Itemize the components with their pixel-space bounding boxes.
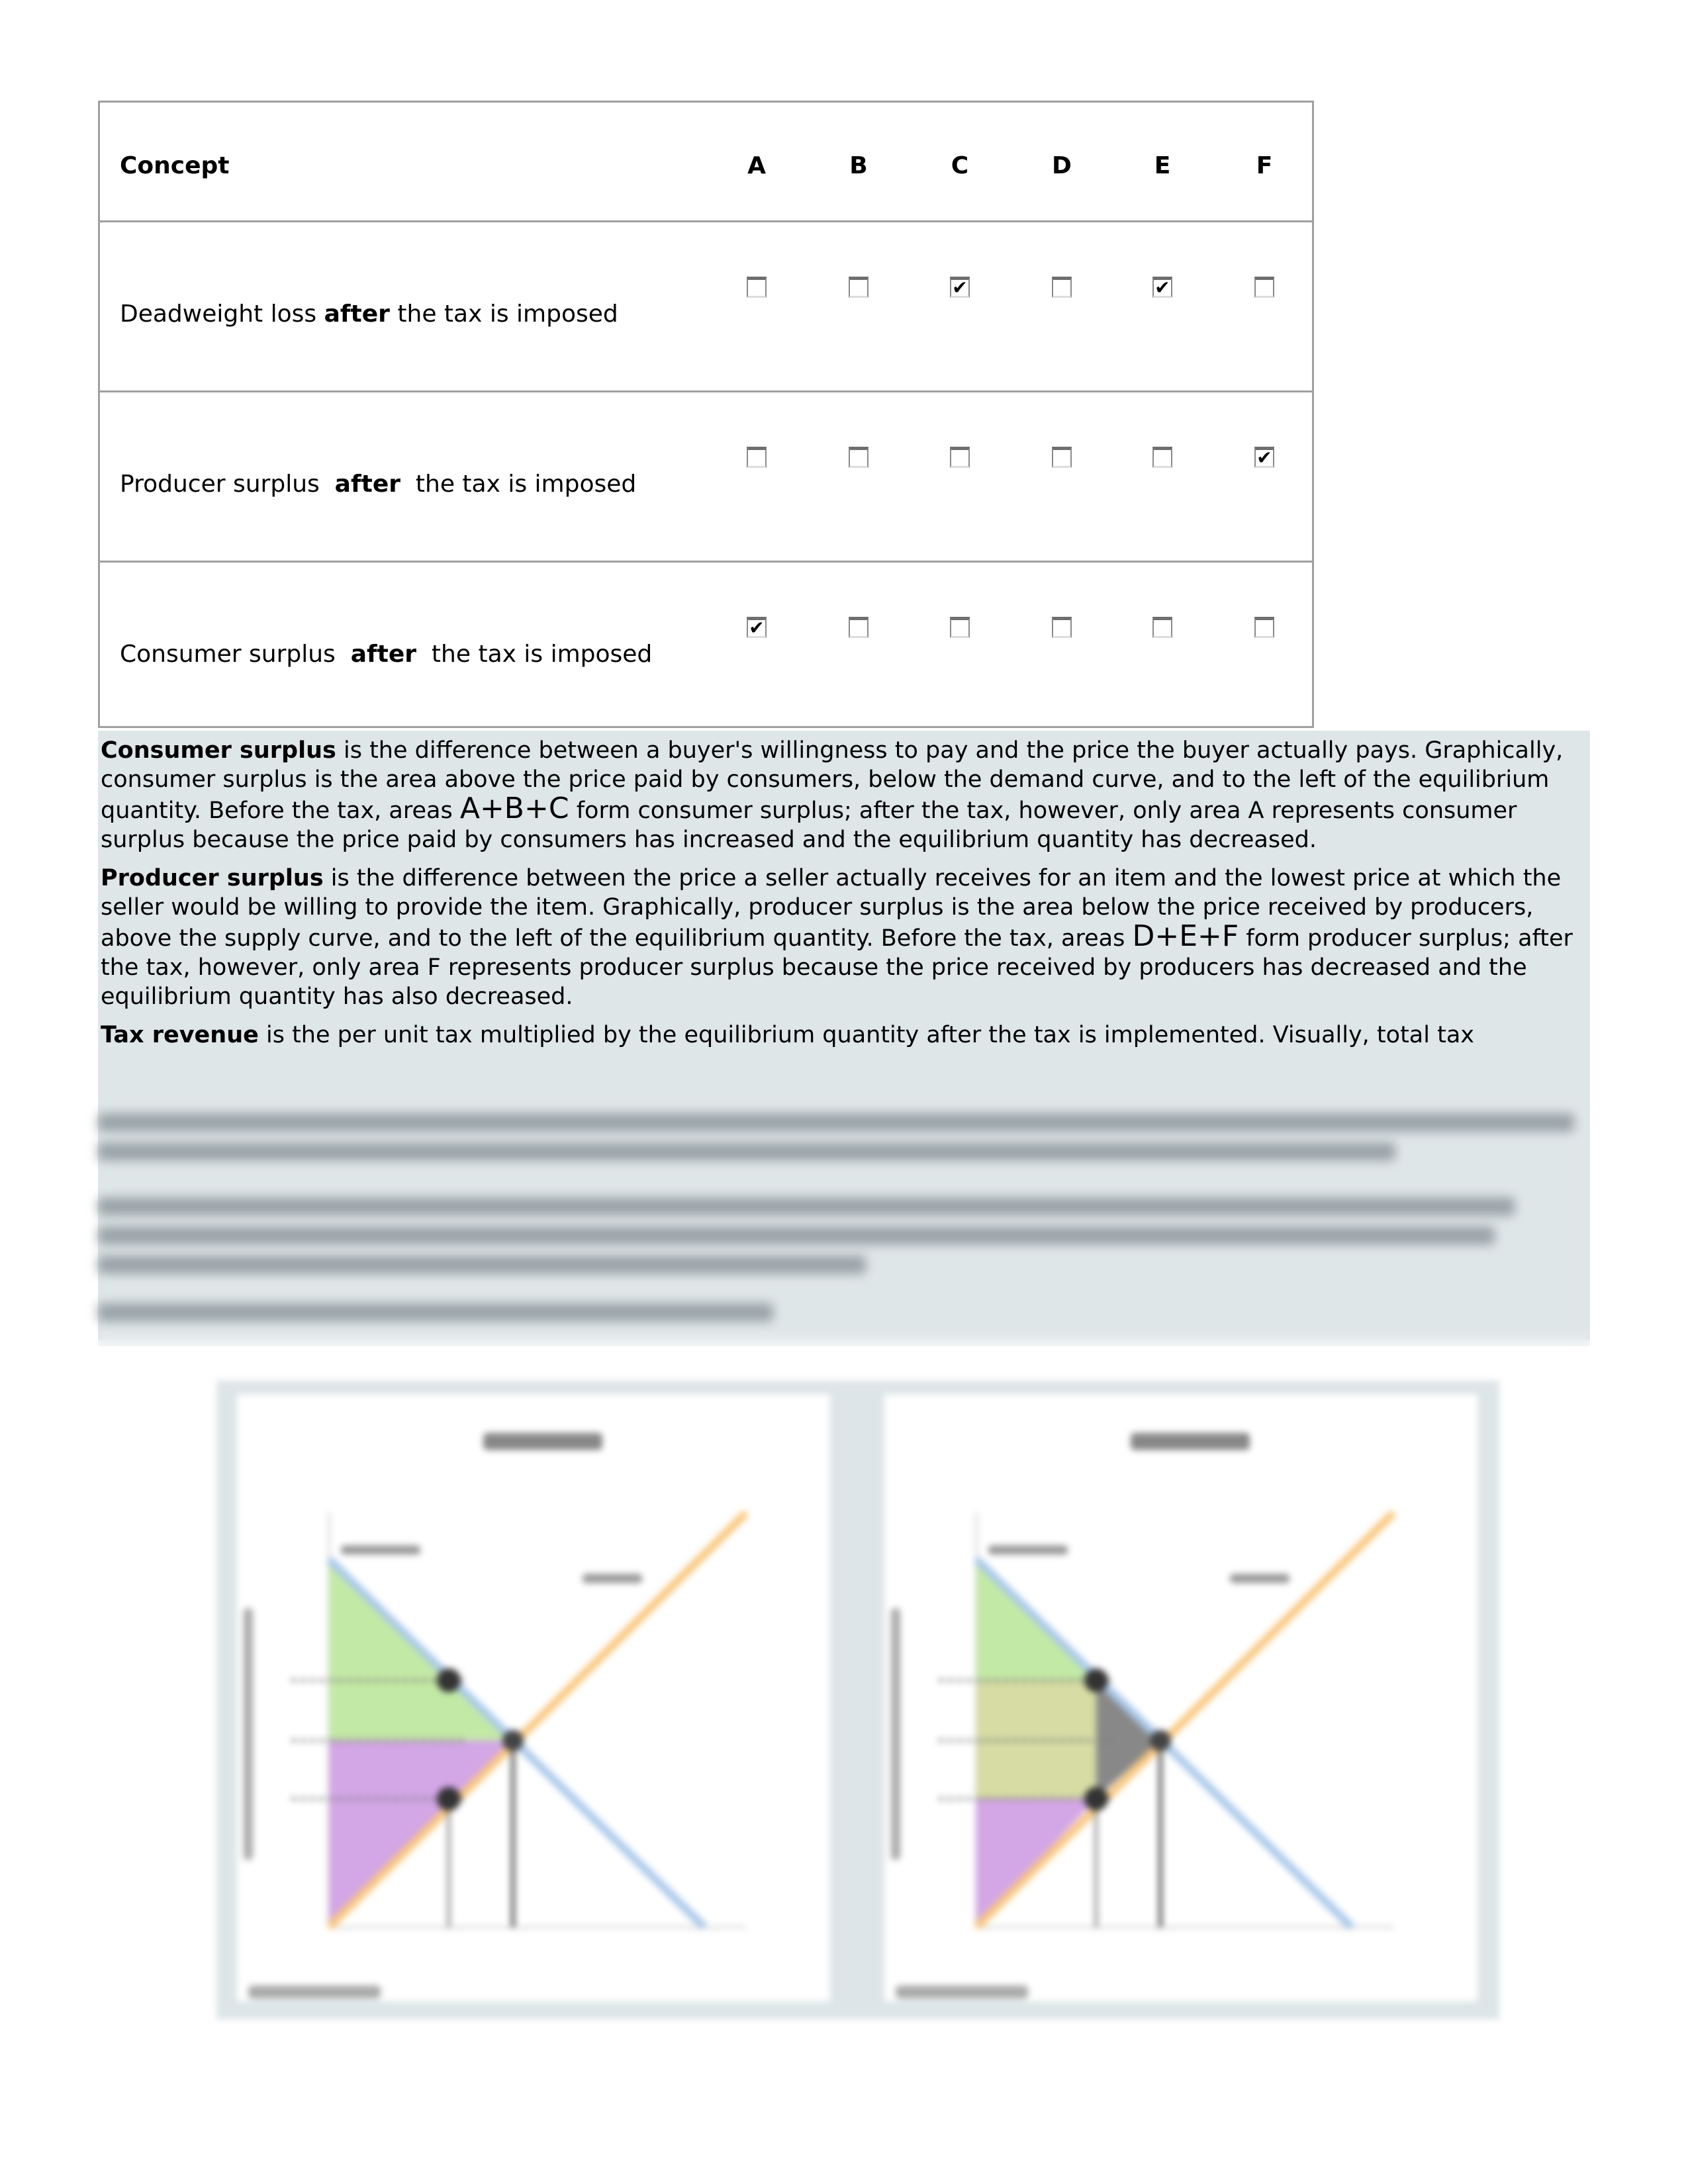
point (437, 1668, 461, 1692)
demand-label-blur (341, 1545, 420, 1555)
supply-label-blur (1230, 1574, 1289, 1583)
graph-panel (237, 1394, 830, 2001)
axis-label-blur (896, 1985, 1028, 1999)
equilibrium-point (502, 1730, 524, 1751)
point (437, 1787, 461, 1811)
y-axis-label-blur (244, 1608, 253, 1860)
supply-label-blur (583, 1574, 642, 1583)
point (1084, 1668, 1108, 1692)
graph-title-blur (1131, 1433, 1250, 1450)
demand-label-blur (988, 1545, 1068, 1555)
axis-label-blur (248, 1985, 381, 1999)
graph-title-blur (483, 1433, 602, 1450)
surplus-graphs (216, 1381, 1499, 2019)
graph-panel (884, 1394, 1477, 2001)
y-axis-label-blur (891, 1608, 900, 1860)
equilibrium-point (1150, 1730, 1171, 1751)
point (1084, 1787, 1108, 1811)
